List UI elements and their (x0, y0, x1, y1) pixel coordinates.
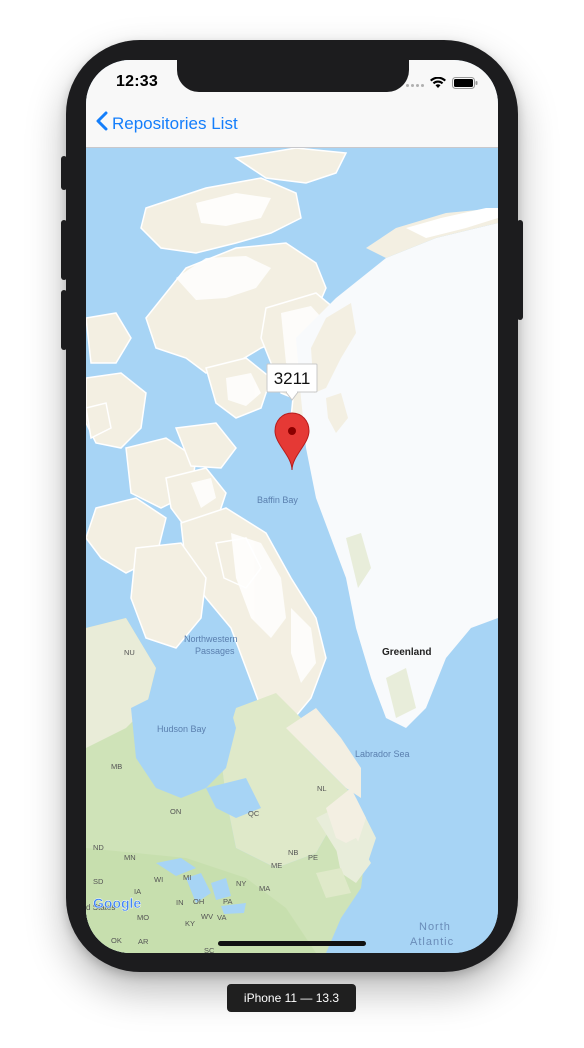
label-on: ON (170, 807, 181, 816)
label-nl: NL (317, 784, 327, 793)
device-label: iPhone 11 — 13.3 (227, 984, 356, 1012)
label-wi: WI (154, 875, 163, 884)
device-screen: 3211 Baffin Bay Northwestern Passages Hu… (86, 60, 498, 953)
wifi-icon (430, 76, 446, 94)
label-sd: SD (93, 877, 104, 886)
label-greenland: Greenland (382, 647, 431, 658)
label-ma: MA (259, 884, 270, 893)
chevron-left-icon (96, 111, 108, 136)
label-ar: AR (138, 937, 149, 946)
label-sc: SC (204, 946, 215, 953)
label-mn: MN (124, 853, 136, 862)
label-mi: MI (183, 873, 191, 882)
status-icons (406, 76, 478, 94)
label-atlantic: Atlantic (410, 936, 454, 948)
label-nu: NU (124, 648, 135, 657)
callout-text: 3211 (274, 369, 311, 388)
status-time: 12:33 (116, 73, 158, 90)
navigation-bar: Repositories List (86, 104, 498, 148)
label-northwestern: Northwestern (184, 634, 238, 644)
label-passages: Passages (195, 646, 235, 656)
label-ok: OK (111, 936, 122, 945)
label-mo: MO (137, 913, 149, 922)
label-mb: MB (111, 762, 122, 771)
side-button-silent (61, 156, 67, 190)
label-ny: NY (236, 879, 246, 888)
label-va: VA (217, 913, 226, 922)
google-logo: Google (93, 895, 141, 911)
notch (177, 60, 409, 92)
home-indicator[interactable] (218, 941, 366, 946)
label-ky: KY (185, 919, 195, 928)
signal-icon (406, 83, 424, 87)
battery-icon (452, 76, 478, 94)
label-qc: QC (248, 809, 260, 818)
label-north: North (419, 921, 451, 933)
side-button-power (517, 220, 523, 320)
label-nd: ND (93, 843, 104, 852)
label-in: IN (176, 898, 184, 907)
label-nb: NB (288, 848, 298, 857)
side-button-volume-up (61, 220, 67, 280)
label-pa: PA (223, 897, 232, 906)
map-view[interactable]: 3211 Baffin Bay Northwestern Passages Hu… (86, 148, 498, 953)
label-wv: WV (201, 912, 213, 921)
label-oh: OH (193, 897, 204, 906)
back-button-label: Repositories List (112, 113, 238, 133)
back-button[interactable]: Repositories List (96, 111, 238, 136)
label-labrador-sea: Labrador Sea (355, 749, 410, 759)
side-button-volume-down (61, 290, 67, 350)
label-me: ME (271, 861, 282, 870)
label-baffin-bay: Baffin Bay (257, 495, 298, 505)
label-hudson-bay: Hudson Bay (157, 724, 207, 734)
label-pe: PE (308, 853, 318, 862)
